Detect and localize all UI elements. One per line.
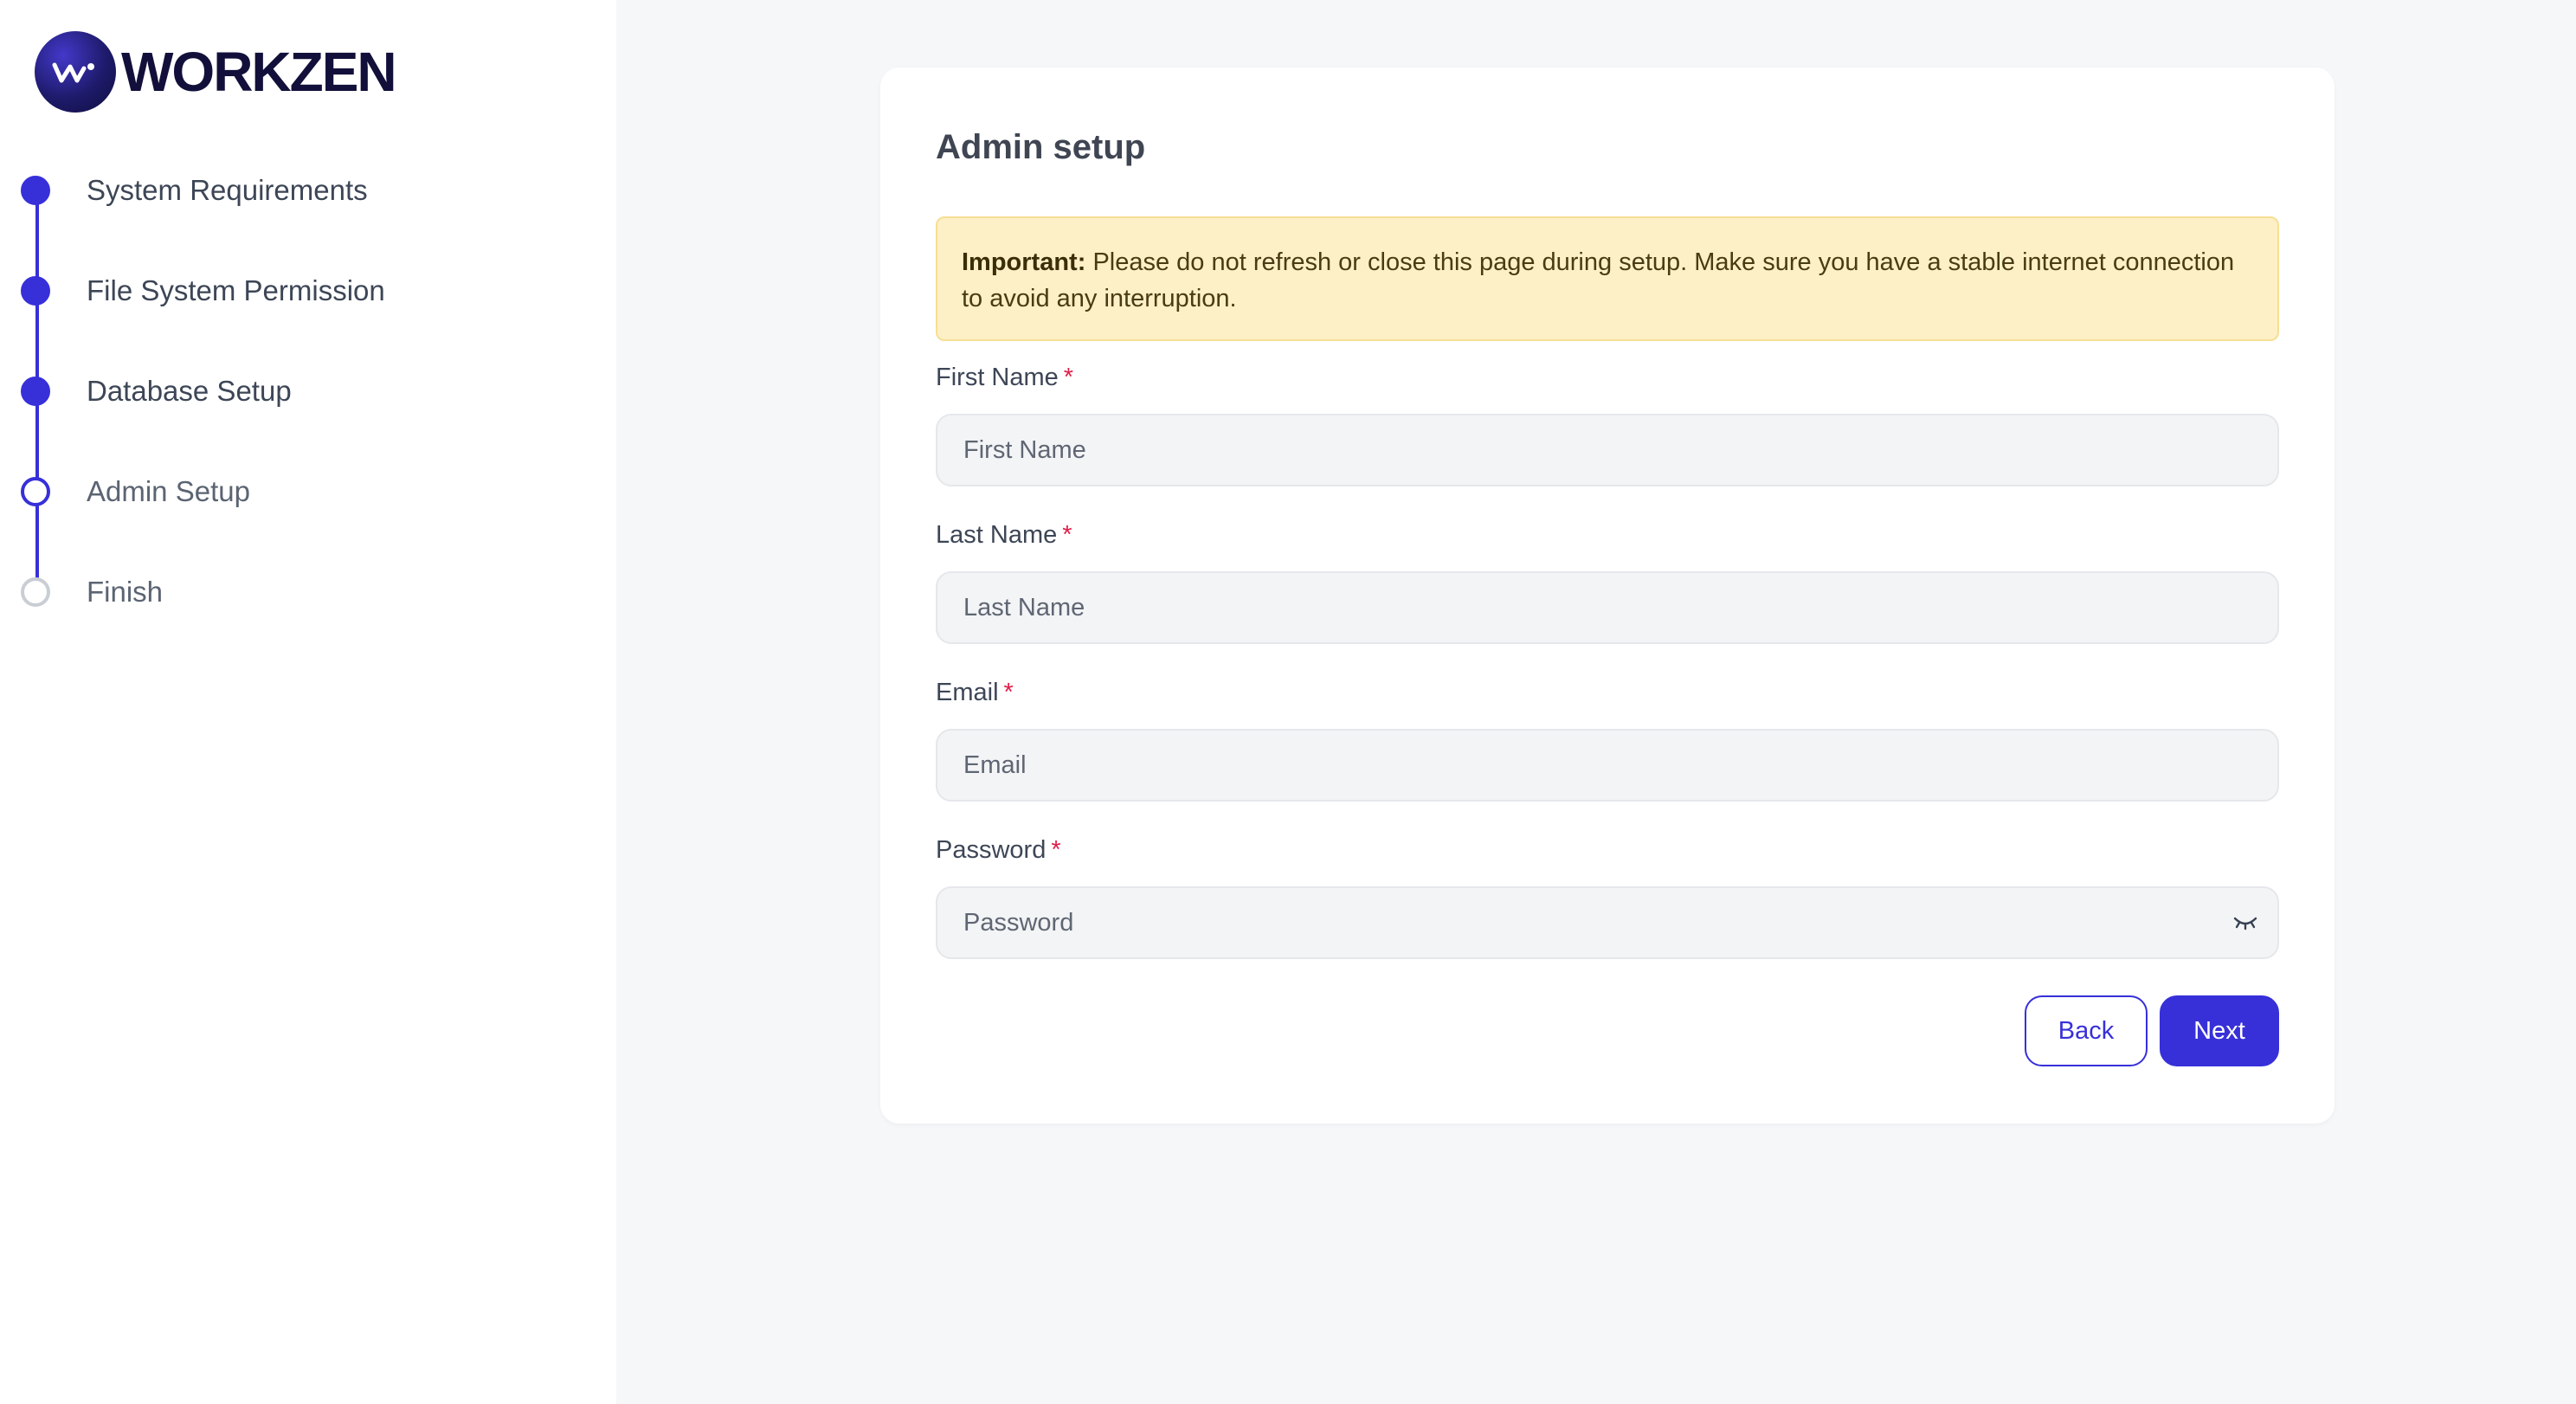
password-label: Password *: [936, 836, 1061, 865]
admin-setup-card: Admin setup Important: Please do not ref…: [880, 68, 2334, 1124]
page-title: Admin setup: [936, 128, 1146, 166]
step-done-icon: [21, 276, 50, 306]
logo: WORKZEN: [35, 31, 397, 113]
password-label-text: Password: [936, 836, 1046, 864]
email-label: Email *: [936, 679, 1014, 707]
step-label: Database Setup: [87, 375, 292, 407]
alert-strong: Important:: [962, 248, 1086, 276]
step-database-setup: Database Setup: [21, 357, 592, 426]
first-name-label: First Name *: [936, 364, 1073, 392]
eye-closed-icon[interactable]: [2231, 908, 2260, 937]
step-pending-icon: [21, 577, 50, 607]
back-button[interactable]: Back: [2025, 995, 2148, 1066]
next-button[interactable]: Next: [2160, 995, 2279, 1066]
step-file-system-permission: File System Permission: [21, 256, 592, 325]
step-admin-setup: Admin Setup: [21, 457, 592, 526]
email-label-text: Email: [936, 679, 999, 706]
last-name-input[interactable]: [936, 571, 2279, 644]
step-done-icon: [21, 377, 50, 406]
step-finish: Finish: [21, 557, 592, 627]
step-label: Finish: [87, 576, 164, 608]
required-mark: *: [1003, 679, 1014, 706]
required-mark: *: [1051, 836, 1061, 864]
workzen-logo-icon: [35, 31, 116, 113]
email-input[interactable]: [936, 729, 2279, 802]
step-label: System Requirements: [87, 174, 368, 206]
required-mark: *: [1063, 364, 1074, 391]
step-system-requirements: System Requirements: [21, 156, 592, 225]
step-label: File System Permission: [87, 274, 385, 306]
sidebar: WORKZEN System Requirements File System …: [0, 0, 616, 1404]
important-alert: Important: Please do not refresh or clos…: [936, 216, 2279, 341]
required-mark: *: [1062, 521, 1072, 549]
password-input[interactable]: [936, 886, 2279, 959]
last-name-label: Last Name *: [936, 521, 1072, 550]
first-name-label-text: First Name: [936, 364, 1059, 391]
step-label: Admin Setup: [87, 475, 250, 507]
brand-name: WORKZEN: [121, 41, 397, 103]
alert-text: Please do not refresh or close this page…: [962, 248, 2235, 312]
step-current-icon: [21, 477, 50, 506]
first-name-input[interactable]: [936, 414, 2279, 486]
step-done-icon: [21, 176, 50, 205]
last-name-label-text: Last Name: [936, 521, 1058, 549]
